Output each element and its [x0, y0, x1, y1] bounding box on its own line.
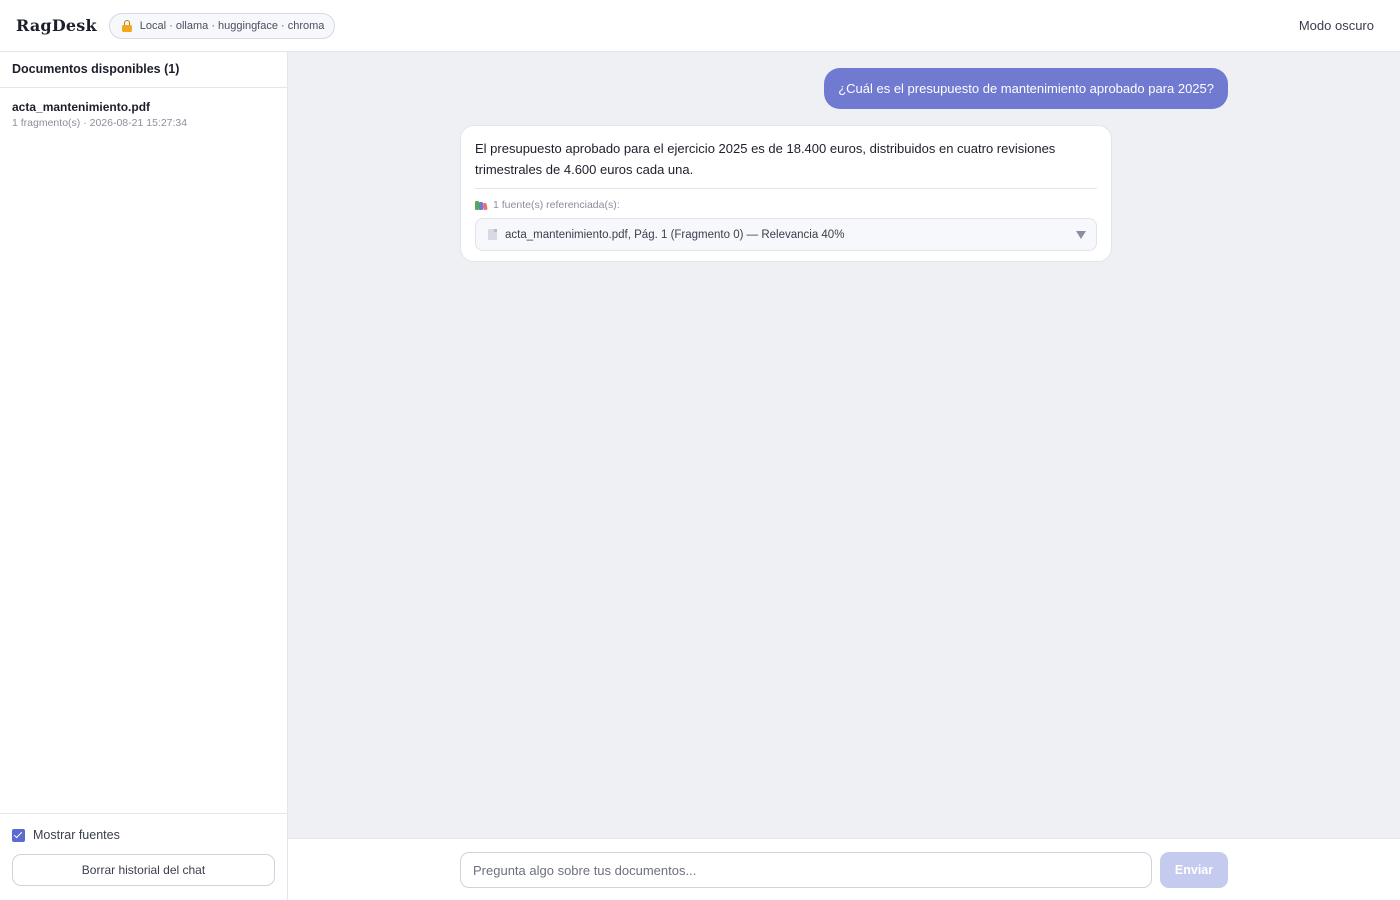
assistant-message-text: El presupuesto aprobado para el ejercici… — [475, 138, 1097, 189]
app-header: RagDesk Local · ollama · huggingface · c… — [0, 0, 1400, 52]
lock-icon — [121, 19, 132, 32]
dark-mode-button[interactable]: Modo oscuro — [1299, 18, 1374, 33]
sidebar: Documentos disponibles (1) acta_mantenim… — [0, 52, 288, 900]
document-meta: 1 fragmento(s) · 2026-08-21 15:27:34 — [12, 117, 188, 129]
page-icon — [488, 229, 497, 240]
status-pill-text: Local · ollama · huggingface · chroma — [139, 19, 325, 32]
documents-title: Documentos disponibles (1) — [0, 52, 287, 88]
document-name: acta_mantenimiento.pdf — [12, 100, 151, 114]
show-sources-label: Mostrar fuentes — [33, 828, 120, 842]
clear-history-button[interactable]: Borrar historial del chat — [12, 854, 275, 886]
assistant-message: El presupuesto aprobado para el ejercici… — [460, 125, 1112, 262]
send-button[interactable]: Enviar — [1160, 852, 1228, 888]
source-label: acta_mantenimiento.pdf, Pág. 1 (Fragment… — [505, 228, 845, 241]
sources-header: 1 fuente(s) referenciada(s): — [475, 199, 1097, 211]
show-sources-checkbox[interactable] — [12, 828, 25, 842]
sidebar-footer: Mostrar fuentes Borrar historial del cha… — [0, 813, 287, 900]
books-icon — [475, 200, 488, 211]
chat-area: ¿Cuál es el presupuesto de mantenimiento… — [288, 52, 1400, 838]
source-item[interactable]: acta_mantenimiento.pdf, Pág. 1 (Fragment… — [475, 218, 1097, 251]
document-item[interactable]: acta_mantenimiento.pdf 1 fragmento(s) · … — [0, 88, 287, 129]
show-sources-toggle[interactable]: Mostrar fuentes — [12, 828, 275, 842]
user-message: ¿Cuál es el presupuesto de mantenimiento… — [824, 68, 1228, 109]
sources-label-text: 1 fuente(s) referenciada(s): — [493, 199, 620, 211]
composer: Enviar — [288, 838, 1400, 900]
chevron-down-icon[interactable] — [1076, 230, 1086, 239]
question-input[interactable] — [460, 852, 1152, 888]
status-pill: Local · ollama · huggingface · chroma — [108, 12, 336, 39]
app-logo: RagDesk — [16, 16, 97, 35]
